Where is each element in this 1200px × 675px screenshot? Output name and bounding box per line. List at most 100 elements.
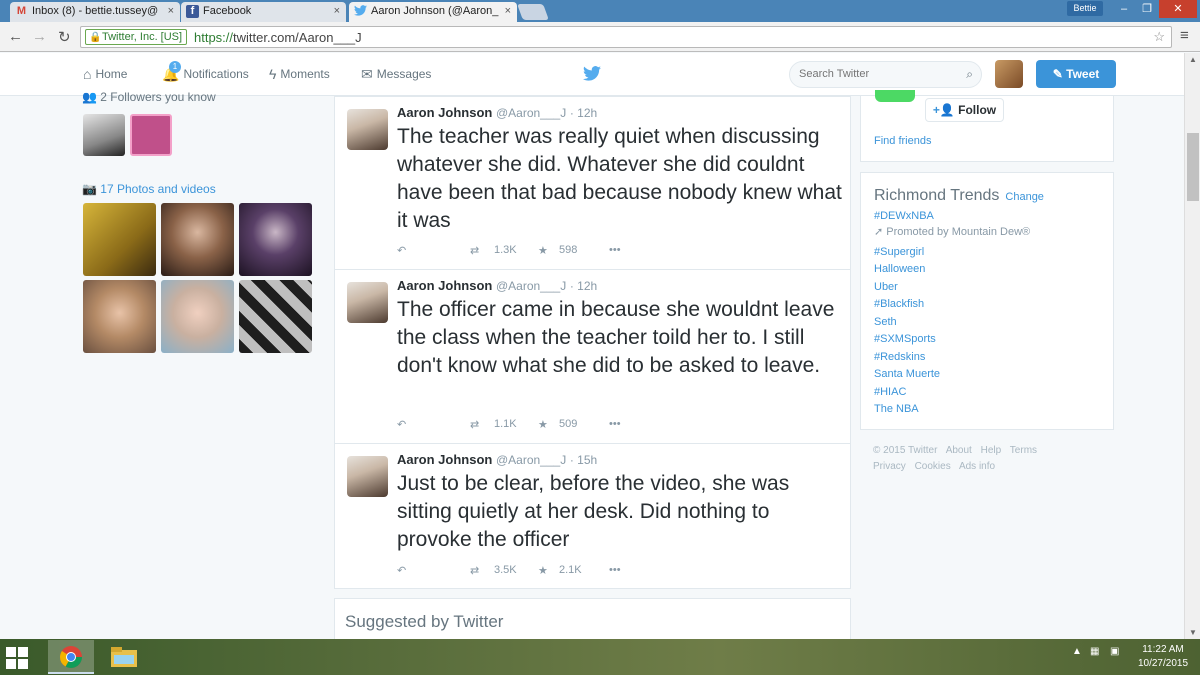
- tweet-handle[interactable]: @Aaron___J: [496, 106, 566, 120]
- tweet-time[interactable]: · 15h: [570, 453, 597, 467]
- media-thumbnail[interactable]: [83, 280, 156, 353]
- nav-moments[interactable]: ϟ Moments: [269, 66, 330, 82]
- media-thumbnail[interactable]: [239, 203, 312, 276]
- avatar[interactable]: [995, 60, 1023, 88]
- avatar[interactable]: [347, 109, 388, 150]
- tweet-handle[interactable]: @Aaron___J: [496, 279, 566, 293]
- close-icon[interactable]: ×: [334, 5, 340, 17]
- system-clock[interactable]: 11:22 AM 10/27/2015: [1133, 643, 1193, 671]
- restore-icon[interactable]: ❐: [1135, 0, 1159, 18]
- nav-messages[interactable]: ✉ Messages: [361, 66, 431, 83]
- close-icon[interactable]: ×: [505, 5, 511, 17]
- scroll-up-icon[interactable]: ▲: [1189, 55, 1197, 64]
- lock-icon: 🔒: [89, 32, 102, 43]
- follower-avatar[interactable]: [83, 114, 125, 156]
- new-tab-button[interactable]: [517, 4, 549, 20]
- follow-button[interactable]: +👤 Follow: [925, 98, 1004, 122]
- search-input[interactable]: [799, 68, 949, 80]
- trend-item[interactable]: #HIAC: [874, 386, 906, 398]
- avatar[interactable]: [347, 282, 388, 323]
- twitter-bird-logo-icon[interactable]: [583, 65, 601, 86]
- trend-item[interactable]: #Supergirl: [874, 246, 924, 258]
- tweet-card[interactable]: Aaron Johnson @Aaron___J · 15h Just to b…: [334, 443, 851, 589]
- media-thumbnail[interactable]: [239, 280, 312, 353]
- find-friends-link[interactable]: Find friends: [874, 135, 931, 147]
- reload-icon[interactable]: ↻: [58, 28, 71, 46]
- chrome-taskbar-button[interactable]: [48, 640, 94, 674]
- window-close-icon[interactable]: ✕: [1159, 0, 1197, 18]
- follower-avatar[interactable]: [130, 114, 172, 156]
- trend-item[interactable]: Santa Muerte: [874, 368, 940, 380]
- page-scrollbar[interactable]: ▲ ▼: [1184, 53, 1200, 639]
- back-icon[interactable]: ←: [8, 28, 23, 45]
- facebook-icon: f: [186, 5, 199, 18]
- close-icon[interactable]: ×: [168, 5, 174, 17]
- menu-icon[interactable]: ≡: [1180, 27, 1189, 44]
- retweet-icon[interactable]: ⇄: [470, 564, 479, 577]
- search-box[interactable]: ⌕: [789, 61, 982, 88]
- trends-change-link[interactable]: Change: [1005, 191, 1044, 203]
- reply-icon[interactable]: ↶: [397, 244, 406, 257]
- avatar[interactable]: [347, 456, 388, 497]
- footer-about-link[interactable]: About: [946, 445, 972, 456]
- tweet-author-name[interactable]: Aaron Johnson: [397, 452, 492, 467]
- footer-terms-link[interactable]: Terms: [1010, 445, 1037, 456]
- like-icon[interactable]: ★: [538, 418, 548, 431]
- trend-item[interactable]: The NBA: [874, 403, 919, 415]
- tweet-button[interactable]: ✎ Tweet: [1036, 60, 1116, 88]
- trend-item[interactable]: #DEWxNBA: [874, 210, 934, 222]
- more-icon[interactable]: •••: [609, 418, 621, 430]
- footer-privacy-link[interactable]: Privacy: [873, 461, 906, 472]
- trend-item[interactable]: Halloween: [874, 263, 925, 275]
- search-icon[interactable]: ⌕: [966, 67, 973, 82]
- like-icon[interactable]: ★: [538, 564, 548, 577]
- footer-cookies-link[interactable]: Cookies: [915, 461, 951, 472]
- tweet-card[interactable]: Aaron Johnson @Aaron___J · 12h The teach…: [334, 96, 851, 270]
- browser-user-badge[interactable]: Bettie: [1067, 1, 1103, 16]
- media-thumbnail[interactable]: [161, 203, 234, 276]
- trend-item[interactable]: Seth: [874, 316, 897, 328]
- trend-item[interactable]: #SXMSports: [874, 333, 936, 345]
- network-icon[interactable]: ▣: [1110, 646, 1119, 657]
- tweet-author-name[interactable]: Aaron Johnson: [397, 105, 492, 120]
- followers-you-know-link[interactable]: 👥 2 Followers you know: [82, 90, 216, 104]
- tweet-time[interactable]: · 12h: [570, 279, 597, 293]
- footer-ads-info-link[interactable]: Ads info: [959, 461, 995, 472]
- retweet-icon[interactable]: ⇄: [470, 244, 479, 257]
- tab-twitter[interactable]: Aaron Johnson (@Aaron_ ×: [349, 2, 517, 22]
- show-hidden-icons-icon[interactable]: ▲: [1072, 646, 1082, 657]
- ev-certificate-badge[interactable]: 🔒 Twitter, Inc. [US]: [85, 29, 188, 45]
- media-thumbnail[interactable]: [83, 203, 156, 276]
- bookmark-star-icon[interactable]: ☆: [1153, 29, 1165, 45]
- more-icon[interactable]: •••: [609, 244, 621, 256]
- tab-facebook[interactable]: f Facebook ×: [181, 2, 346, 22]
- trend-item[interactable]: #Blackfish: [874, 298, 924, 310]
- retweet-icon[interactable]: ⇄: [470, 418, 479, 431]
- photos-videos-link[interactable]: 📷 17 Photos and videos: [82, 182, 216, 196]
- trend-item[interactable]: #Redskins: [874, 351, 925, 363]
- scroll-down-icon[interactable]: ▼: [1189, 628, 1197, 637]
- add-user-icon: +👤: [932, 103, 959, 117]
- scrollbar-thumb[interactable]: [1187, 133, 1199, 201]
- tweet-time[interactable]: · 12h: [570, 106, 597, 120]
- trend-item[interactable]: Uber: [874, 281, 898, 293]
- tweet-header: Aaron Johnson @Aaron___J · 12h: [397, 278, 597, 293]
- nav-home[interactable]: ⌂ Home: [83, 66, 127, 82]
- windows-start-icon[interactable]: [6, 647, 28, 675]
- tweet-author-name[interactable]: Aaron Johnson: [397, 278, 492, 293]
- footer-help-link[interactable]: Help: [981, 445, 1002, 456]
- media-thumbnail[interactable]: [161, 280, 234, 353]
- reply-icon[interactable]: ↶: [397, 418, 406, 431]
- minimize-icon[interactable]: –: [1112, 0, 1136, 18]
- like-icon[interactable]: ★: [538, 244, 548, 257]
- tweet-handle[interactable]: @Aaron___J: [496, 453, 566, 467]
- tweet-card[interactable]: Aaron Johnson @Aaron___J · 12h The offic…: [334, 269, 851, 444]
- tab-gmail[interactable]: M Inbox (8) - bettie.tussey@ ×: [10, 2, 180, 22]
- suggested-account-avatar[interactable]: [875, 90, 915, 102]
- forward-icon[interactable]: →: [32, 28, 47, 45]
- reply-icon[interactable]: ↶: [397, 564, 406, 577]
- url-field[interactable]: 🔒 Twitter, Inc. [US] https://twitter.com…: [80, 26, 1172, 48]
- file-explorer-taskbar-button[interactable]: [100, 640, 146, 674]
- more-icon[interactable]: •••: [609, 564, 621, 576]
- action-center-icon[interactable]: ▦: [1090, 646, 1099, 657]
